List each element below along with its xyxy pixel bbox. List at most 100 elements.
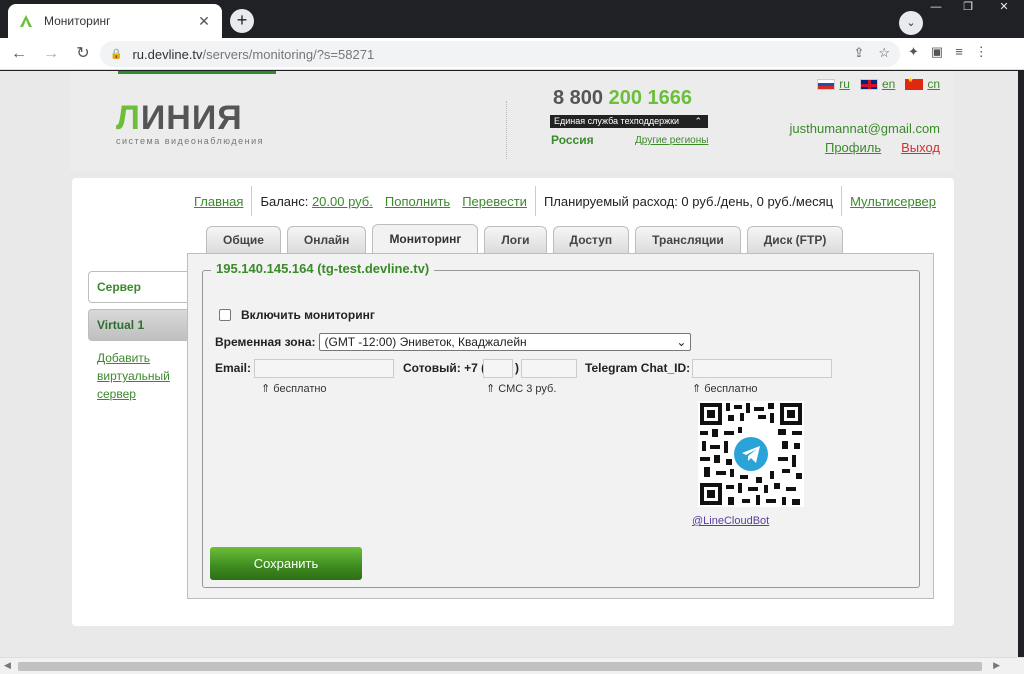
- tab-logs[interactable]: Логи: [484, 226, 547, 253]
- share-icon[interactable]: ⇪: [853, 45, 864, 61]
- transfer-link[interactable]: Перевести: [462, 194, 527, 209]
- site-header: ЛИНИЯ система видеонаблюдения 8 800 200 …: [70, 71, 954, 171]
- account-links: Профиль Выход: [825, 140, 940, 155]
- horizontal-scrollbar[interactable]: ◀ ▶: [0, 657, 1024, 674]
- telegram-qr-code: [698, 401, 804, 507]
- page-viewport: ЛИНИЯ система видеонаблюдения 8 800 200 …: [0, 71, 1024, 657]
- sms-hint: ⇑ СМС 3 руб.: [486, 383, 557, 395]
- minimize-icon[interactable]: —: [920, 0, 952, 16]
- url-path: /servers/monitoring/?s=58271: [202, 46, 375, 62]
- site-favicon-icon: [20, 15, 32, 27]
- chevron-down-icon: ⌄: [676, 335, 687, 349]
- profile-link[interactable]: Профиль: [825, 140, 881, 155]
- add-virtual-server-link[interactable]: Добавить виртуальный сервер: [88, 349, 178, 403]
- new-tab-button[interactable]: +: [230, 9, 254, 33]
- enable-monitoring-row: Включить мониторинг: [219, 308, 375, 322]
- reload-icon[interactable]: ↻: [70, 41, 96, 67]
- scroll-right-icon[interactable]: ▶: [993, 660, 1000, 671]
- extensions-icon[interactable]: ✦: [908, 44, 919, 60]
- timezone-value: (GMT -12:00) Эниветок, Кваджалейн: [324, 335, 527, 349]
- telegram-bot-link[interactable]: @LineCloudBot: [692, 515, 769, 527]
- timezone-label: Временная зона:: [215, 335, 316, 349]
- star-icon[interactable]: ☆: [878, 45, 890, 61]
- enable-monitoring-label: Включить мониторинг: [241, 308, 375, 322]
- china-flag-icon: [905, 76, 924, 90]
- lock-icon[interactable]: 🔒: [110, 49, 122, 60]
- timezone-row: Временная зона: (GMT -12:00) Эниветок, К…: [215, 333, 692, 351]
- russia-flag-icon: [817, 78, 836, 90]
- save-button[interactable]: Сохранить: [210, 547, 362, 580]
- infobar-divider: [251, 186, 253, 216]
- forward-icon[interactable]: →: [38, 41, 64, 67]
- tab-close-icon[interactable]: ✕: [196, 13, 212, 30]
- browser-tabbar: Мониторинг ✕ + ⌄ — ❐ ✕: [0, 0, 1024, 38]
- tab-disk-ftp[interactable]: Диск (FTP): [746, 226, 844, 253]
- tab-access[interactable]: Доступ: [552, 226, 630, 253]
- phone-number-field[interactable]: [521, 359, 577, 378]
- settings-tabs: Общие Онлайн Мониторинг Логи Доступ Тран…: [206, 224, 844, 253]
- tab-online[interactable]: Онлайн: [286, 226, 367, 253]
- home-link[interactable]: Главная: [194, 194, 243, 209]
- contacts-row: Email: Сотовый: +7 ( ) Telegram Chat_ID:: [215, 359, 915, 379]
- url-host: ru.devline.tv: [132, 46, 203, 62]
- sidenav-item-virtual[interactable]: Virtual 1: [88, 309, 188, 341]
- main-card: Главная Баланс: 20.00 руб. Пополнить Пер…: [72, 178, 954, 626]
- topup-link[interactable]: Пополнить: [385, 194, 450, 209]
- site-logo[interactable]: ЛИНИЯ система видеонаблюдения: [116, 99, 264, 146]
- email-hint: ⇑ бесплатно: [261, 383, 327, 395]
- logout-link[interactable]: Выход: [901, 140, 940, 155]
- other-regions-link[interactable]: Другие регионы: [635, 135, 708, 146]
- multiserver-link[interactable]: Мультисервер: [850, 194, 936, 209]
- profile-avatar-icon[interactable]: ≡: [955, 44, 963, 60]
- timezone-select[interactable]: (GMT -12:00) Эниветок, Кваджалейн ⌄: [319, 333, 692, 351]
- address-bar[interactable]: 🔒 ru.devline.tv/servers/monitoring/?s=58…: [100, 41, 900, 67]
- phone-code-field[interactable]: [483, 359, 513, 378]
- phone-prefix: 8 800: [553, 87, 604, 109]
- lang-cn-link[interactable]: cn: [905, 76, 940, 91]
- lang-en-label: en: [881, 77, 896, 91]
- tab-streams[interactable]: Трансляции: [635, 226, 741, 253]
- email-label: Email:: [215, 361, 252, 375]
- user-email: justhumannat@gmail.com: [789, 121, 940, 136]
- region-label: Россия: [551, 133, 594, 147]
- support-label: Единая служба техподдержки: [554, 116, 680, 126]
- tab-general[interactable]: Общие: [206, 226, 281, 253]
- scrollbar-thumb[interactable]: [18, 662, 982, 671]
- window-frame-right: [1018, 71, 1024, 674]
- header-accent-bar: [118, 71, 276, 74]
- language-switcher: ru en cn: [817, 76, 940, 91]
- telegram-chat-id-field[interactable]: [692, 359, 832, 378]
- account-infobar: Главная Баланс: 20.00 руб. Пополнить Пер…: [194, 186, 936, 216]
- balance-value-link[interactable]: 20.00 руб.: [312, 194, 373, 209]
- phone-number: 200 1666: [608, 87, 693, 109]
- lang-cn-label: cn: [927, 77, 940, 91]
- browser-tab[interactable]: Мониторинг ✕: [8, 4, 222, 38]
- window-close-icon[interactable]: ✕: [984, 0, 1024, 16]
- uk-flag-icon: [859, 78, 878, 90]
- enable-monitoring-checkbox[interactable]: [219, 309, 231, 321]
- logo-word: ИНИЯ: [140, 99, 243, 137]
- maximize-icon[interactable]: ❐: [952, 0, 984, 16]
- sidepanel-icon[interactable]: ▣: [931, 44, 943, 60]
- lang-en-link[interactable]: en: [859, 77, 896, 91]
- sidenav-item-server[interactable]: Сервер: [88, 271, 188, 303]
- lang-ru-link[interactable]: ru: [817, 77, 850, 91]
- planned-expense: Планируемый расход: 0 руб./день, 0 руб./…: [543, 193, 834, 209]
- back-icon[interactable]: ←: [6, 41, 32, 67]
- support-dropdown[interactable]: Единая служба техподдержки ⌃: [550, 115, 708, 128]
- tab-monitoring[interactable]: Мониторинг: [372, 224, 479, 253]
- server-legend: 195.140.145.164 (tg-test.devline.tv): [211, 261, 435, 276]
- infobar-divider: [534, 186, 536, 216]
- phone-label: Сотовый: +7 (: [403, 361, 486, 375]
- phone-close-paren: ): [515, 361, 519, 375]
- monitoring-panel: 195.140.145.164 (tg-test.devline.tv) Вкл…: [187, 253, 934, 599]
- logo-letter: Л: [116, 99, 141, 137]
- telegram-label: Telegram Chat_ID:: [585, 361, 691, 375]
- email-field[interactable]: [254, 359, 394, 378]
- scroll-left-icon[interactable]: ◀: [4, 660, 11, 671]
- header-divider: [506, 101, 507, 159]
- lang-ru-label: ru: [839, 77, 850, 91]
- tab-title: Мониторинг: [44, 14, 111, 28]
- monitoring-fieldset: 195.140.145.164 (tg-test.devline.tv) Вкл…: [202, 261, 920, 588]
- menu-icon[interactable]: ⋮: [975, 44, 988, 60]
